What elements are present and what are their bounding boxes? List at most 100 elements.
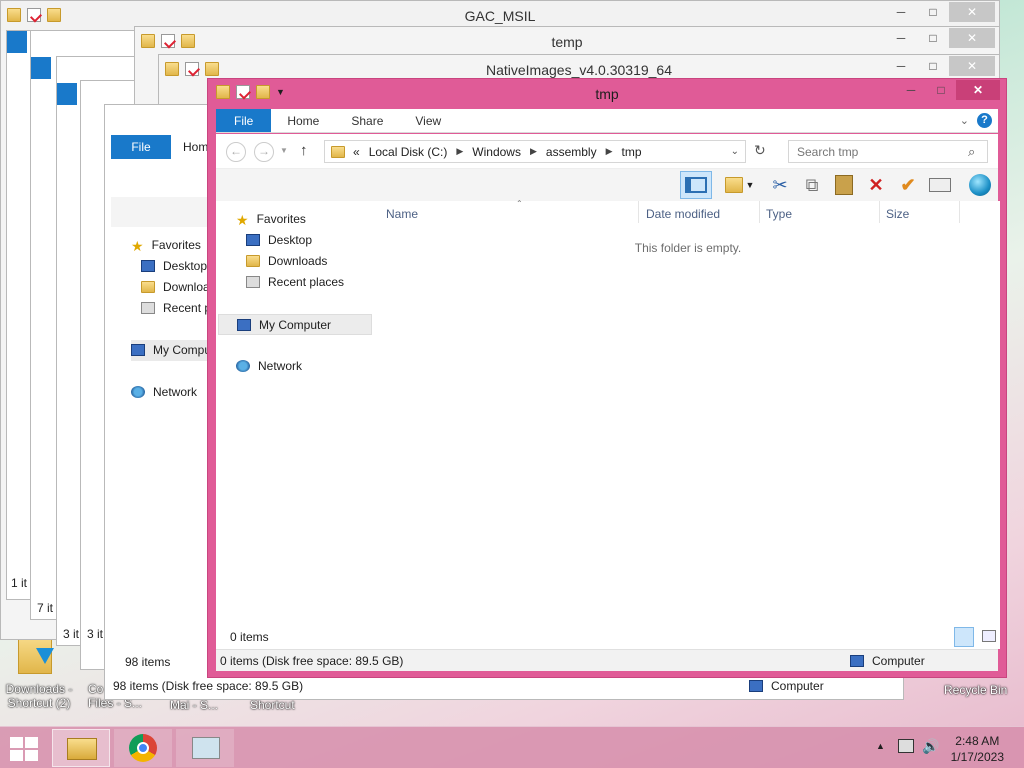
left-status-computer: Computer <box>749 679 824 693</box>
breadcrumb-overflow[interactable]: « <box>353 145 360 159</box>
network-tray-icon[interactable] <box>898 739 914 753</box>
stack-ribbon-file[interactable] <box>7 31 27 53</box>
taskbar-chrome-button[interactable] <box>114 729 172 767</box>
desktop-recycle-bin-label[interactable]: Recycle Bin <box>944 683 1007 697</box>
item-count-footer: 0 items <box>216 627 1000 649</box>
breadcrumb-local-disk[interactable]: Local Disk (C:) <box>369 145 448 159</box>
nav-my-computer[interactable]: My Computer <box>218 314 372 335</box>
window-tmp[interactable]: ▼ tmp ─ □ ✕ File Home Share View ⌄ ? ← →… <box>207 78 1007 678</box>
breadcrumb-separator-icon[interactable]: ▶ <box>530 146 537 157</box>
cut-icon[interactable]: ✂ <box>768 173 792 197</box>
search-input[interactable]: Search tmp <box>788 140 988 163</box>
desktop-icon <box>246 234 260 246</box>
volume-tray-icon[interactable]: 🔊 <box>922 738 939 755</box>
star-icon: ★ <box>131 238 144 254</box>
copy-icon[interactable]: ⧉ <box>800 173 824 197</box>
recent-places-icon <box>141 302 155 314</box>
stack-ribbon-file[interactable] <box>31 57 51 79</box>
minimize-button[interactable]: ─ <box>885 56 917 76</box>
maximize-button[interactable]: □ <box>917 28 949 48</box>
refresh-button[interactable]: ↻ <box>754 142 766 159</box>
breadcrumb-separator-icon[interactable]: ▶ <box>456 146 463 157</box>
network-icon <box>236 360 250 372</box>
nav-network[interactable]: Network <box>236 356 392 377</box>
up-button[interactable]: ↑ <box>300 142 308 159</box>
maximize-button[interactable]: □ <box>926 80 956 100</box>
file-list[interactable]: ⌃ Name Date modified Type Size This fold… <box>376 199 1000 649</box>
expand-ribbon-icon[interactable]: ⌄ <box>960 114 969 127</box>
ribbon-tabs: File Home Share View ⌄ ? <box>216 109 998 133</box>
search-icon[interactable]: ⌕ <box>968 144 975 160</box>
close-button[interactable]: ✕ <box>949 56 995 76</box>
left-file-tab[interactable]: File <box>111 135 171 159</box>
network-icon <box>131 386 145 398</box>
column-header-date-modified[interactable]: Date modified <box>646 207 720 221</box>
left-toolbar <box>111 197 211 227</box>
address-dropdown-icon[interactable]: ⌄ <box>731 146 739 157</box>
desktop-partial-label-3[interactable]: Shortcut <box>250 698 295 712</box>
tab-file[interactable]: File <box>216 109 272 132</box>
preview-pane-button[interactable] <box>680 171 712 199</box>
breadcrumb-windows[interactable]: Windows <box>472 145 521 159</box>
status-computer: Computer <box>850 654 925 668</box>
delete-icon[interactable]: ✕ <box>864 173 888 197</box>
file-explorer-icon <box>67 738 97 760</box>
show-hidden-icons-chevron-icon[interactable]: ▲ <box>876 741 885 751</box>
recent-places-icon <box>246 276 260 288</box>
tab-view[interactable]: View <box>399 109 457 132</box>
desktop-partial-label-2[interactable]: Mai - S... <box>170 698 218 712</box>
recent-locations-chevron-icon[interactable]: ▼ <box>280 146 288 155</box>
minimize-button[interactable]: ─ <box>885 2 917 22</box>
command-toolbar: ▼ ✂ ⧉ ✕ ✔ <box>216 168 998 201</box>
close-button[interactable]: ✕ <box>949 2 995 22</box>
status-left: 0 items (Disk free space: 89.5 GB) <box>220 654 404 668</box>
taskbar-file-explorer-button[interactable] <box>52 729 110 767</box>
column-header-type[interactable]: Type <box>766 207 792 221</box>
address-bar[interactable]: « Local Disk (C:) ▶ Windows ▶ assembly ▶… <box>324 140 746 163</box>
empty-folder-message: This folder is empty. <box>634 241 742 255</box>
rename-check-icon[interactable]: ✔ <box>896 173 920 197</box>
large-icons-view-button[interactable] <box>982 630 996 642</box>
computer-icon <box>237 319 251 331</box>
globe-icon[interactable] <box>968 173 992 197</box>
paste-icon[interactable] <box>832 173 856 197</box>
column-divider[interactable] <box>638 201 639 223</box>
breadcrumb-tmp[interactable]: tmp <box>622 145 642 159</box>
new-folder-dropdown-icon[interactable] <box>722 173 746 197</box>
breadcrumb-assembly[interactable]: assembly <box>546 145 597 159</box>
taskbar-task-manager-button[interactable] <box>176 729 234 767</box>
address-bar-row: ← → ▼ ↑ « Local Disk (C:) ▶ Windows ▶ as… <box>216 134 998 168</box>
column-divider[interactable] <box>759 201 760 223</box>
forward-button[interactable]: → <box>254 142 274 162</box>
status-bar: 0 items (Disk free space: 89.5 GB) Compu… <box>216 649 998 671</box>
help-icon[interactable]: ? <box>977 113 992 128</box>
temp-titlebar[interactable]: temp ─ □ ✕ <box>135 27 999 57</box>
maximize-button[interactable]: □ <box>917 2 949 22</box>
tab-share[interactable]: Share <box>335 109 399 132</box>
details-view-button[interactable] <box>954 627 974 647</box>
breadcrumb-separator-icon[interactable]: ▶ <box>606 146 613 157</box>
gac-title: GAC_MSIL <box>464 8 536 24</box>
stack-ribbon-file[interactable] <box>57 83 77 105</box>
column-divider[interactable] <box>959 201 960 223</box>
star-icon: ★ <box>236 212 249 228</box>
close-button[interactable]: ✕ <box>949 28 995 48</box>
tab-home[interactable]: Home <box>271 109 335 132</box>
tmp-titlebar[interactable]: ▼ tmp ─ □ ✕ <box>208 79 1006 107</box>
properties-icon[interactable] <box>928 173 952 197</box>
clock-date: 1/17/2023 <box>950 750 1004 764</box>
nav-favorites[interactable]: ★ Favorites <box>236 209 392 230</box>
system-clock[interactable]: 2:48 AM 1/17/2023 <box>951 733 1004 765</box>
left-status-full: 98 items (Disk free space: 89.5 GB) <box>113 679 304 693</box>
dropdown-chevron-icon[interactable]: ▼ <box>744 173 756 197</box>
back-button[interactable]: ← <box>226 142 246 162</box>
column-header-name[interactable]: Name <box>386 207 418 221</box>
computer-icon <box>131 344 145 356</box>
close-button[interactable]: ✕ <box>956 80 1000 100</box>
maximize-button[interactable]: □ <box>917 56 949 76</box>
minimize-button[interactable]: ─ <box>885 28 917 48</box>
start-windows-icon[interactable] <box>10 737 38 761</box>
column-divider[interactable] <box>879 201 880 223</box>
column-header-size[interactable]: Size <box>886 207 909 221</box>
minimize-button[interactable]: ─ <box>896 80 926 100</box>
